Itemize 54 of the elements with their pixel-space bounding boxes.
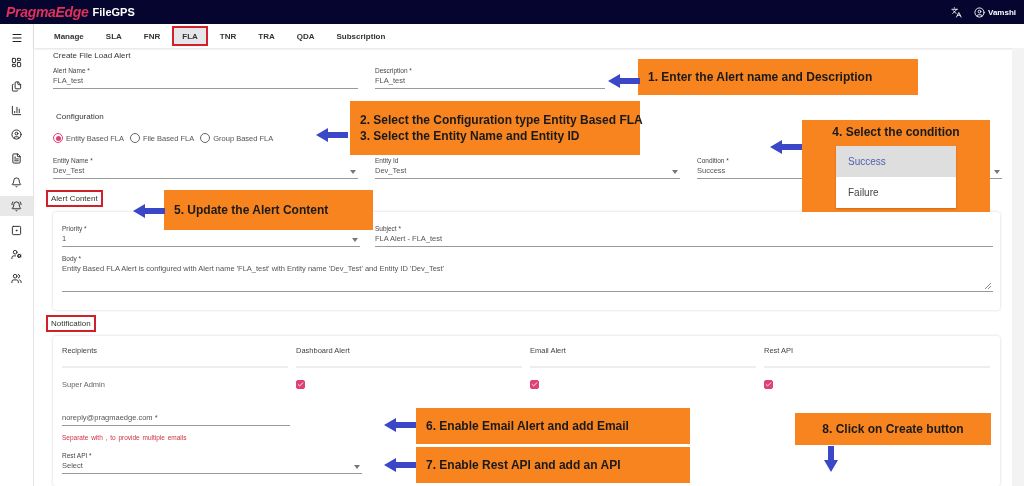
tab[interactable]: FLA	[172, 26, 208, 46]
arrow-icon	[824, 446, 838, 472]
bell-icon	[11, 176, 22, 188]
sidebar-item[interactable]	[0, 196, 33, 216]
arrow-icon	[316, 128, 348, 142]
account-icon[interactable]	[974, 6, 985, 18]
checkbox[interactable]	[296, 380, 305, 390]
callout-text: 6. Enable Email Alert and add Email	[426, 417, 629, 435]
tab[interactable]: TRA	[248, 26, 285, 46]
brand-logo: PragmaEdge	[6, 4, 89, 20]
menu-option[interactable]: Success	[836, 146, 956, 178]
tab[interactable]: QDA	[286, 26, 325, 46]
translate-icon[interactable]	[951, 6, 962, 18]
caret-icon	[672, 170, 678, 175]
section-heading: Notification	[46, 314, 96, 332]
tab[interactable]: SLA	[95, 26, 132, 46]
caret-icon	[994, 170, 1000, 175]
callout-text: 5. Update the Alert Content	[174, 201, 329, 219]
menu-option[interactable]: Failure	[836, 177, 956, 209]
section-heading: Alert Content	[46, 189, 103, 207]
user-name[interactable]: Vamshi	[988, 7, 1016, 17]
dashboard-icon	[11, 56, 22, 68]
tab[interactable]: TNR	[209, 26, 247, 46]
tab[interactable]: FNR	[133, 26, 171, 46]
arrow-icon	[608, 74, 640, 88]
callout-text: 8. Click on Create button	[822, 420, 964, 438]
arrow-icon	[133, 204, 165, 218]
caret-icon	[354, 465, 360, 469]
resize-handle-icon[interactable]	[985, 282, 991, 289]
arrow-icon	[384, 458, 416, 472]
callout-text: 1. Enter the Alert name and Description	[648, 68, 873, 86]
callout-text: 3. Select the Entity Name and Entity ID	[360, 128, 580, 145]
callout-text: 4. Select the condition	[832, 124, 960, 141]
menu-icon[interactable]	[10, 32, 23, 44]
tab[interactable]: Subscription	[326, 26, 396, 46]
product-name: FileGPS	[92, 6, 135, 18]
checkbox[interactable]	[530, 380, 539, 390]
arrow-icon	[384, 418, 416, 432]
bell-icon	[11, 200, 22, 212]
section-heading: Configuration	[55, 111, 105, 124]
users-icon	[11, 272, 22, 284]
document-icon	[11, 152, 22, 164]
arrow-icon	[770, 140, 802, 154]
caret-icon	[350, 170, 356, 175]
files-icon	[11, 80, 22, 92]
callout-text: 7. Enable Rest API and add an API	[426, 456, 621, 474]
caret-icon	[352, 237, 358, 242]
tab[interactable]: Manage	[44, 26, 94, 46]
square-icon	[11, 224, 22, 236]
user-icon	[11, 128, 22, 140]
form-title: Create File Load Alert	[52, 50, 132, 63]
checkbox[interactable]	[764, 380, 773, 390]
user-gear-icon	[11, 248, 22, 260]
bar-chart-icon	[11, 104, 22, 116]
